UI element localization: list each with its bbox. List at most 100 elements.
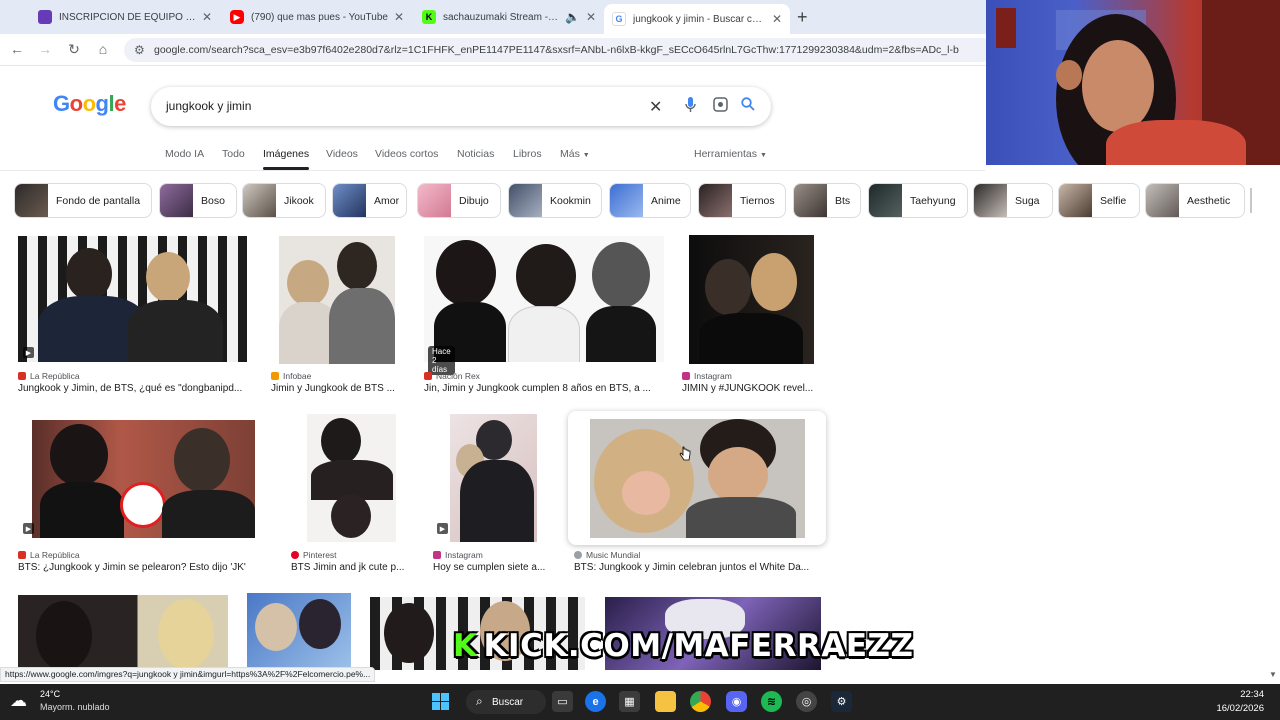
chip-thumbnail bbox=[610, 184, 643, 217]
result-thumbnail[interactable] bbox=[424, 236, 664, 362]
play-icon: ▶ bbox=[23, 523, 34, 534]
chip-aesthetic[interactable]: Aesthetic bbox=[1145, 183, 1245, 218]
result-thumbnail[interactable] bbox=[18, 236, 247, 362]
chip-jikook[interactable]: Jikook bbox=[242, 183, 326, 218]
tab-title: (790) que mas pues - YouTube bbox=[251, 11, 388, 23]
result-caption[interactable]: Jin, Jimin y Jungkook cumplen 8 años en … bbox=[424, 383, 664, 394]
result-thumbnail[interactable] bbox=[247, 593, 351, 670]
result-thumbnail[interactable] bbox=[307, 414, 396, 542]
chip-bts[interactable]: Bts bbox=[793, 183, 861, 218]
chip-anime[interactable]: Anime bbox=[609, 183, 691, 218]
result-thumbnail[interactable] bbox=[18, 595, 228, 670]
windows-start-icon[interactable] bbox=[430, 691, 451, 712]
chip-thumbnail bbox=[974, 184, 1007, 217]
reload-icon[interactable]: ↻ bbox=[65, 41, 83, 58]
weather-desc[interactable]: Mayorm. nublado bbox=[40, 702, 110, 712]
store-icon[interactable]: ▦ bbox=[619, 691, 640, 712]
hand-cursor-icon bbox=[679, 446, 691, 461]
tab-todo[interactable]: Todo bbox=[222, 148, 245, 160]
weather-temp[interactable]: 24°C bbox=[40, 689, 60, 699]
chip-label: Kookmin bbox=[550, 194, 591, 207]
home-icon[interactable]: ⌂ bbox=[94, 41, 112, 57]
steam-icon[interactable]: ⚙ bbox=[831, 691, 852, 712]
person-figure bbox=[751, 253, 797, 311]
chip-thumbnail bbox=[509, 184, 542, 217]
obs-icon[interactable]: ◎ bbox=[796, 691, 817, 712]
streamer-hand bbox=[1056, 60, 1082, 90]
cloudy-weather-icon[interactable]: ☁ bbox=[10, 691, 27, 711]
forward-icon[interactable]: → bbox=[36, 41, 54, 57]
close-icon[interactable]: ✕ bbox=[202, 10, 212, 24]
chrome-icon[interactable] bbox=[690, 691, 711, 712]
chip-thumbnail bbox=[160, 184, 193, 217]
tab-modo-ia[interactable]: Modo IA bbox=[165, 148, 204, 160]
chip-label: Bts bbox=[835, 194, 851, 207]
clear-icon[interactable]: ✕ bbox=[649, 97, 662, 117]
tab-imagenes[interactable]: Imágenes bbox=[263, 148, 309, 160]
tab-libros[interactable]: Libros bbox=[513, 148, 542, 160]
spotify-icon[interactable]: ≋ bbox=[761, 691, 782, 712]
inset-circle bbox=[120, 482, 166, 528]
browser-tab[interactable]: INSCRIPCION DE EQUIPO TORI ✕ bbox=[30, 4, 220, 30]
result-thumbnail[interactable] bbox=[689, 235, 814, 364]
discord-icon[interactable]: ◉ bbox=[726, 691, 747, 712]
source-favicon-icon bbox=[433, 551, 441, 559]
chip-fondo-de-pantalla[interactable]: Fondo de pantalla bbox=[14, 183, 152, 218]
chip-suga[interactable]: Suga bbox=[973, 183, 1053, 218]
browser-tab[interactable]: ▶ (790) que mas pues - YouTube ✕ bbox=[222, 4, 412, 30]
address-bar[interactable]: ⚙ google.com/search?sca_esv=e3b97f6402e2… bbox=[124, 38, 994, 62]
back-icon[interactable]: ← bbox=[8, 41, 26, 57]
search-box[interactable]: jungkook y jimin ✕ bbox=[151, 87, 771, 126]
tab-mas[interactable]: Más ▼ bbox=[560, 148, 590, 160]
result-caption[interactable]: Jimin y Jungkook de BTS ... bbox=[271, 383, 403, 394]
lens-icon[interactable] bbox=[713, 97, 728, 116]
result-caption[interactable]: Hoy se cumplen siete a... bbox=[433, 562, 553, 573]
close-icon[interactable]: ✕ bbox=[586, 10, 596, 24]
taskbar-search[interactable]: ⌕ Buscar bbox=[466, 690, 546, 714]
clock-time[interactable]: 22:34 bbox=[1240, 689, 1264, 700]
close-icon[interactable]: ✕ bbox=[772, 12, 782, 26]
chip-tiernos[interactable]: Tiernos bbox=[698, 183, 786, 218]
clock-date[interactable]: 16/02/2026 bbox=[1216, 703, 1264, 714]
edge-icon[interactable]: e bbox=[585, 691, 606, 712]
tab-videos[interactable]: Videos bbox=[326, 148, 358, 160]
tools-button[interactable]: Herramientas ▼ bbox=[694, 148, 767, 160]
divider bbox=[0, 170, 985, 171]
result-thumbnail[interactable] bbox=[590, 419, 805, 538]
chip-kookmin[interactable]: Kookmin bbox=[508, 183, 602, 218]
streamer-body bbox=[1106, 120, 1246, 165]
chip-amor[interactable]: Amor bbox=[332, 183, 407, 218]
file-explorer-icon[interactable] bbox=[655, 691, 676, 712]
person-figure bbox=[174, 428, 230, 492]
tab-noticias[interactable]: Noticias bbox=[457, 148, 494, 160]
new-tab-button[interactable]: + bbox=[797, 7, 808, 28]
person-figure bbox=[162, 490, 255, 538]
chip-dibujo[interactable]: Dibujo bbox=[417, 183, 501, 218]
source-name: Infobae bbox=[283, 371, 312, 381]
result-caption[interactable]: Jungkook y Jimin, de BTS, ¿qué es "dongb… bbox=[18, 383, 250, 394]
browser-tab[interactable]: K sachauzumaki Stream - Wat 🔈 ✕ bbox=[414, 4, 604, 30]
chip-thumbnail bbox=[15, 184, 48, 217]
close-icon[interactable]: ✕ bbox=[394, 10, 404, 24]
scroll-down-icon[interactable]: ▼ bbox=[1269, 670, 1277, 679]
task-view-icon[interactable]: ▭ bbox=[552, 691, 573, 712]
tab-videos-cortos[interactable]: Videos cortos bbox=[375, 148, 438, 160]
result-thumbnail[interactable] bbox=[32, 420, 255, 538]
site-info-icon[interactable]: ⚙ bbox=[134, 43, 145, 57]
result-thumbnail[interactable] bbox=[450, 414, 537, 542]
result-caption[interactable]: BTS: Jungkook y Jimin celebran juntos el… bbox=[574, 562, 819, 573]
result-caption[interactable]: BTS: ¿Jungkook y Jimin se pelearon? Esto… bbox=[18, 562, 268, 573]
microphone-icon[interactable] bbox=[685, 97, 696, 117]
result-caption[interactable]: JIMIN y #JUNGKOOK revel... bbox=[682, 383, 822, 394]
audio-icon[interactable]: 🔈 bbox=[565, 10, 580, 24]
search-input[interactable]: jungkook y jimin bbox=[166, 99, 251, 113]
chip-thumbnail bbox=[1059, 184, 1092, 217]
search-icon[interactable] bbox=[741, 97, 755, 115]
chip-taehyung[interactable]: Taehyung bbox=[868, 183, 968, 218]
result-thumbnail[interactable] bbox=[279, 236, 395, 364]
google-logo[interactable]: Google bbox=[53, 91, 126, 117]
browser-tab-active[interactable]: G jungkook y jimin - Buscar con G ✕ bbox=[604, 4, 790, 34]
result-caption[interactable]: BTS Jimin and jk cute p... bbox=[291, 562, 411, 573]
chip-boso[interactable]: Boso bbox=[159, 183, 237, 218]
chip-selfie[interactable]: Selfie bbox=[1058, 183, 1140, 218]
